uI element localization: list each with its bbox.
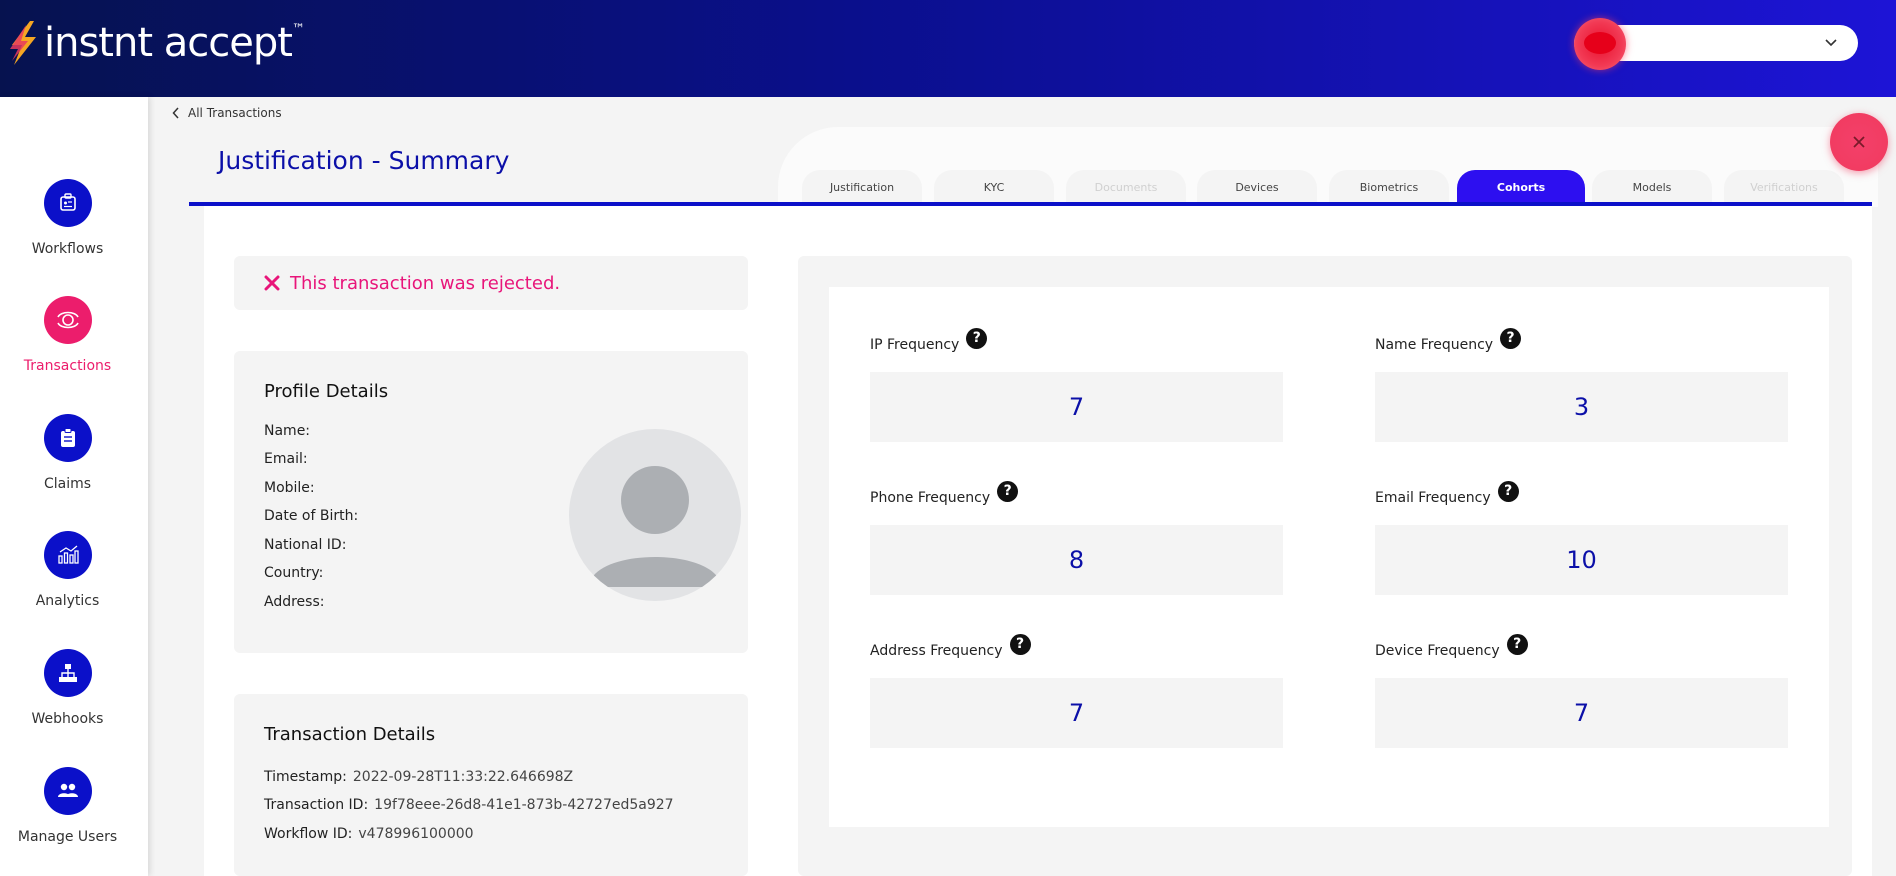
freq-label-text: Phone Frequency — [870, 490, 991, 506]
tab-verifications: Verifications — [1724, 170, 1844, 204]
freq-label-text: Address Frequency — [870, 643, 1003, 659]
help-icon[interactable]: ? — [1500, 327, 1522, 349]
tab-biometrics[interactable]: Biometrics — [1329, 170, 1449, 204]
sidebar-item-analytics[interactable]: Analytics — [0, 531, 135, 609]
tab-cohorts[interactable]: Cohorts — [1457, 170, 1585, 204]
address-frequency-label: Address Frequency? — [870, 633, 1031, 659]
address-frequency-value: 7 — [870, 678, 1283, 748]
user-avatar[interactable] — [1574, 18, 1626, 70]
freq-label-text: Email Frequency — [1375, 490, 1491, 506]
chevron-down-icon[interactable] — [1822, 34, 1840, 52]
workflows-icon — [43, 179, 92, 227]
users-icon — [43, 767, 92, 815]
breadcrumb-back-link[interactable]: All Transactions — [172, 106, 282, 120]
sidebar-item-workflows[interactable]: Workflows — [0, 179, 135, 257]
sidebar-item-label: Workflows — [31, 241, 104, 257]
sidebar-item-transactions[interactable]: Transactions — [0, 296, 135, 374]
email-frequency-label: Email Frequency? — [1375, 480, 1519, 506]
phone-frequency-label: Phone Frequency? — [870, 480, 1019, 506]
ip-frequency-value: 7 — [870, 372, 1283, 442]
webhooks-icon — [43, 649, 92, 697]
profile-mobile-label: Mobile: — [264, 480, 315, 496]
freq-label-text: Device Frequency — [1375, 643, 1500, 659]
profile-title: Profile Details — [264, 381, 389, 402]
transaction-details-card: Transaction Details Timestamp: 2022-09-28… — [234, 694, 748, 876]
device-frequency-label: Device Frequency? — [1375, 633, 1528, 659]
sidebar-item-label: Claims — [43, 476, 92, 492]
sidebar-item-claims[interactable]: Claims — [0, 414, 135, 492]
rejection-message: This transaction was rejected. — [290, 272, 561, 294]
transaction-id-label: Transaction ID: — [264, 797, 369, 813]
device-frequency-value: 7 — [1375, 678, 1788, 748]
sidebar-item-label: Webhooks — [31, 711, 104, 727]
close-icon — [1853, 136, 1865, 148]
sidebar-item-manage-users[interactable]: Manage Users — [0, 767, 135, 845]
profile-avatar-icon — [569, 429, 741, 601]
profile-name-label: Name: — [264, 423, 311, 439]
ip-frequency-label: IP Frequency? — [870, 327, 988, 353]
profile-address-label: Address: — [264, 594, 325, 610]
help-icon[interactable]: ? — [1506, 633, 1528, 655]
sidebar: Workflows Transactions Claims Analytics … — [0, 97, 148, 876]
brand-name: instnt accept — [44, 20, 293, 66]
bolt-icon — [10, 21, 36, 65]
sidebar-item-label: Analytics — [35, 593, 100, 609]
name-frequency-label: Name Frequency? — [1375, 327, 1522, 353]
timestamp-label: Timestamp: — [264, 769, 347, 785]
email-frequency-value: 10 — [1375, 525, 1788, 595]
help-icon[interactable]: ? — [966, 327, 988, 349]
freq-label-text: Name Frequency — [1375, 337, 1494, 353]
help-icon[interactable]: ? — [1009, 633, 1031, 655]
tab-justification[interactable]: Justification — [802, 170, 922, 204]
rejection-banner: This transaction was rejected. — [234, 256, 748, 310]
brand-logo[interactable]: instnt accept ™ — [8, 18, 305, 68]
top-header: instnt accept ™ — [0, 0, 1896, 97]
chevron-left-icon — [172, 107, 179, 119]
workflow-id-value: v478996100000 — [358, 826, 474, 842]
timestamp-value: 2022-09-28T11:33:22.646698Z — [352, 769, 574, 785]
transaction-id-value: 19f78eee-26d8-41e1-873b-42727ed5a927 — [374, 797, 674, 813]
tab-documents: Documents — [1066, 170, 1186, 204]
analytics-icon — [43, 531, 92, 579]
brand-tm: ™ — [291, 22, 305, 37]
name-frequency-value: 3 — [1375, 372, 1788, 442]
sidebar-item-webhooks[interactable]: Webhooks — [0, 649, 135, 727]
profile-country-label: Country: — [264, 565, 324, 581]
help-icon[interactable]: ? — [997, 480, 1019, 502]
transaction-timestamp: Timestamp: 2022-09-28T11:33:22.646698Z — [264, 769, 573, 785]
profile-national-id-label: National ID: — [264, 537, 347, 553]
sidebar-item-label: Transactions — [23, 358, 112, 374]
transactions-icon — [43, 296, 92, 344]
claims-icon — [43, 414, 92, 462]
help-icon[interactable]: ? — [1497, 480, 1519, 502]
workflow-id: Workflow ID: v478996100000 — [264, 826, 474, 842]
freq-label-text: IP Frequency — [870, 337, 960, 353]
breadcrumb-label: All Transactions — [188, 106, 282, 120]
close-button[interactable] — [1830, 113, 1888, 171]
tab-models[interactable]: Models — [1592, 170, 1712, 204]
tab-devices[interactable]: Devices — [1197, 170, 1317, 204]
transaction-id: Transaction ID: 19f78eee-26d8-41e1-873b-4… — [264, 797, 674, 813]
profile-dob-label: Date of Birth: — [264, 508, 359, 524]
profile-email-label: Email: — [264, 451, 308, 467]
workflow-id-label: Workflow ID: — [264, 826, 353, 842]
phone-frequency-value: 8 — [870, 525, 1283, 595]
reject-x-icon — [264, 275, 280, 291]
transaction-title: Transaction Details — [264, 724, 436, 745]
page-title: Justification - Summary — [218, 146, 510, 175]
tab-kyc[interactable]: KYC — [934, 170, 1054, 204]
sidebar-item-label: Manage Users — [17, 829, 118, 845]
